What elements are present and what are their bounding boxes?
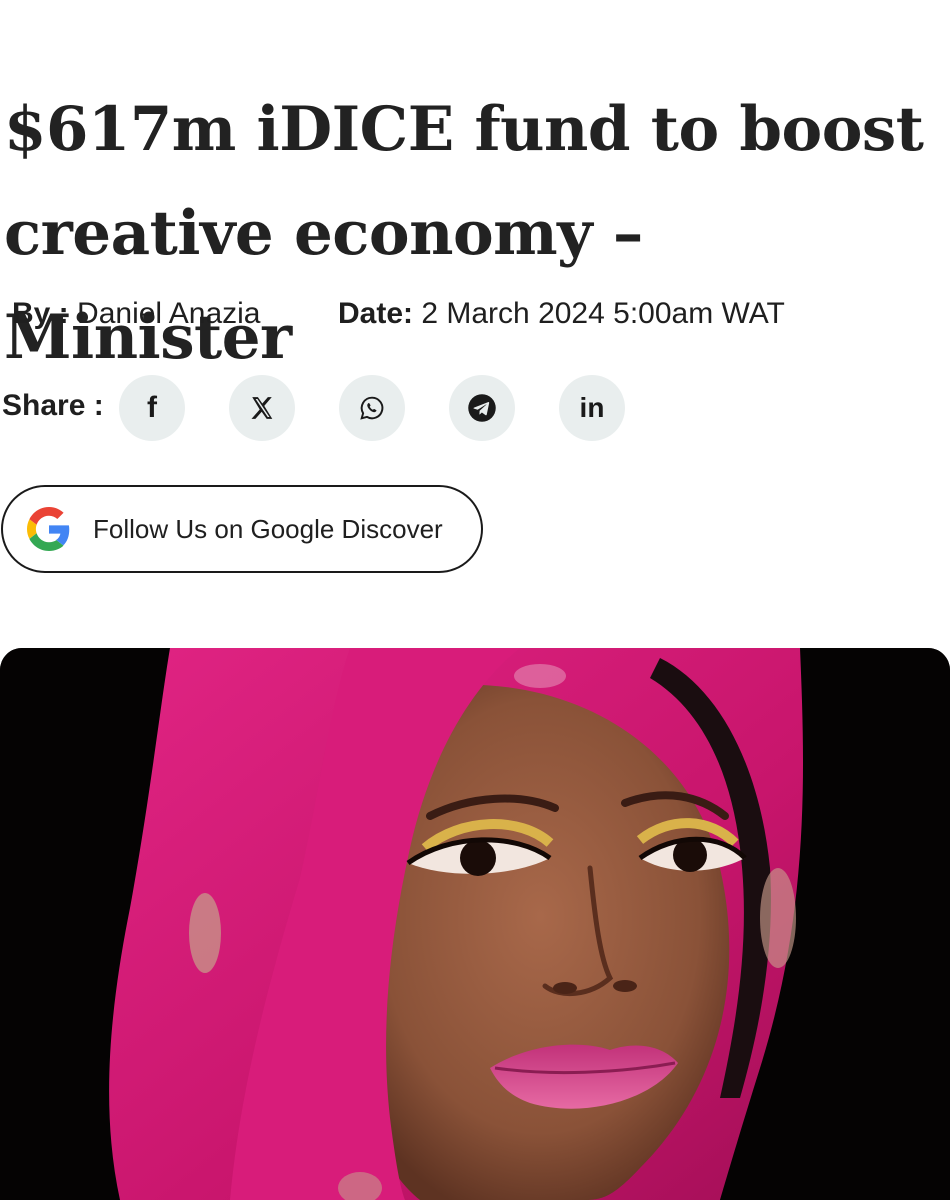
telegram-icon bbox=[468, 394, 496, 422]
google-g-icon bbox=[27, 507, 70, 551]
google-discover-follow-button[interactable]: Follow Us on Google Discover bbox=[1, 485, 483, 573]
hero-photo bbox=[0, 648, 950, 1200]
google-discover-label: Follow Us on Google Discover bbox=[93, 513, 443, 544]
x-icon bbox=[251, 397, 273, 419]
share-telegram-button[interactable] bbox=[449, 375, 515, 441]
share-bar: Share : f in bbox=[0, 375, 700, 441]
byline: By : Daniel Anazia bbox=[12, 297, 261, 331]
whatsapp-icon bbox=[360, 396, 384, 420]
byline-label: By : bbox=[12, 297, 69, 330]
linkedin-icon: in bbox=[579, 392, 605, 423]
article-headline: $617m iDICE fund to boost creative econo… bbox=[4, 94, 924, 373]
author-name[interactable]: Daniel Anazia bbox=[77, 297, 260, 330]
share-whatsapp-button[interactable] bbox=[339, 375, 405, 441]
share-x-button[interactable] bbox=[229, 375, 295, 441]
share-facebook-button[interactable]: f bbox=[119, 375, 185, 441]
date-value: 2 March 2024 5:00am WAT bbox=[421, 297, 785, 330]
facebook-icon: f bbox=[147, 391, 157, 424]
share-label: Share : bbox=[2, 389, 104, 422]
portrait-photo bbox=[0, 648, 950, 1200]
publish-date: Date: 2 March 2024 5:00am WAT bbox=[338, 297, 785, 331]
share-linkedin-button[interactable]: in bbox=[559, 375, 625, 441]
date-label: Date: bbox=[338, 297, 414, 330]
